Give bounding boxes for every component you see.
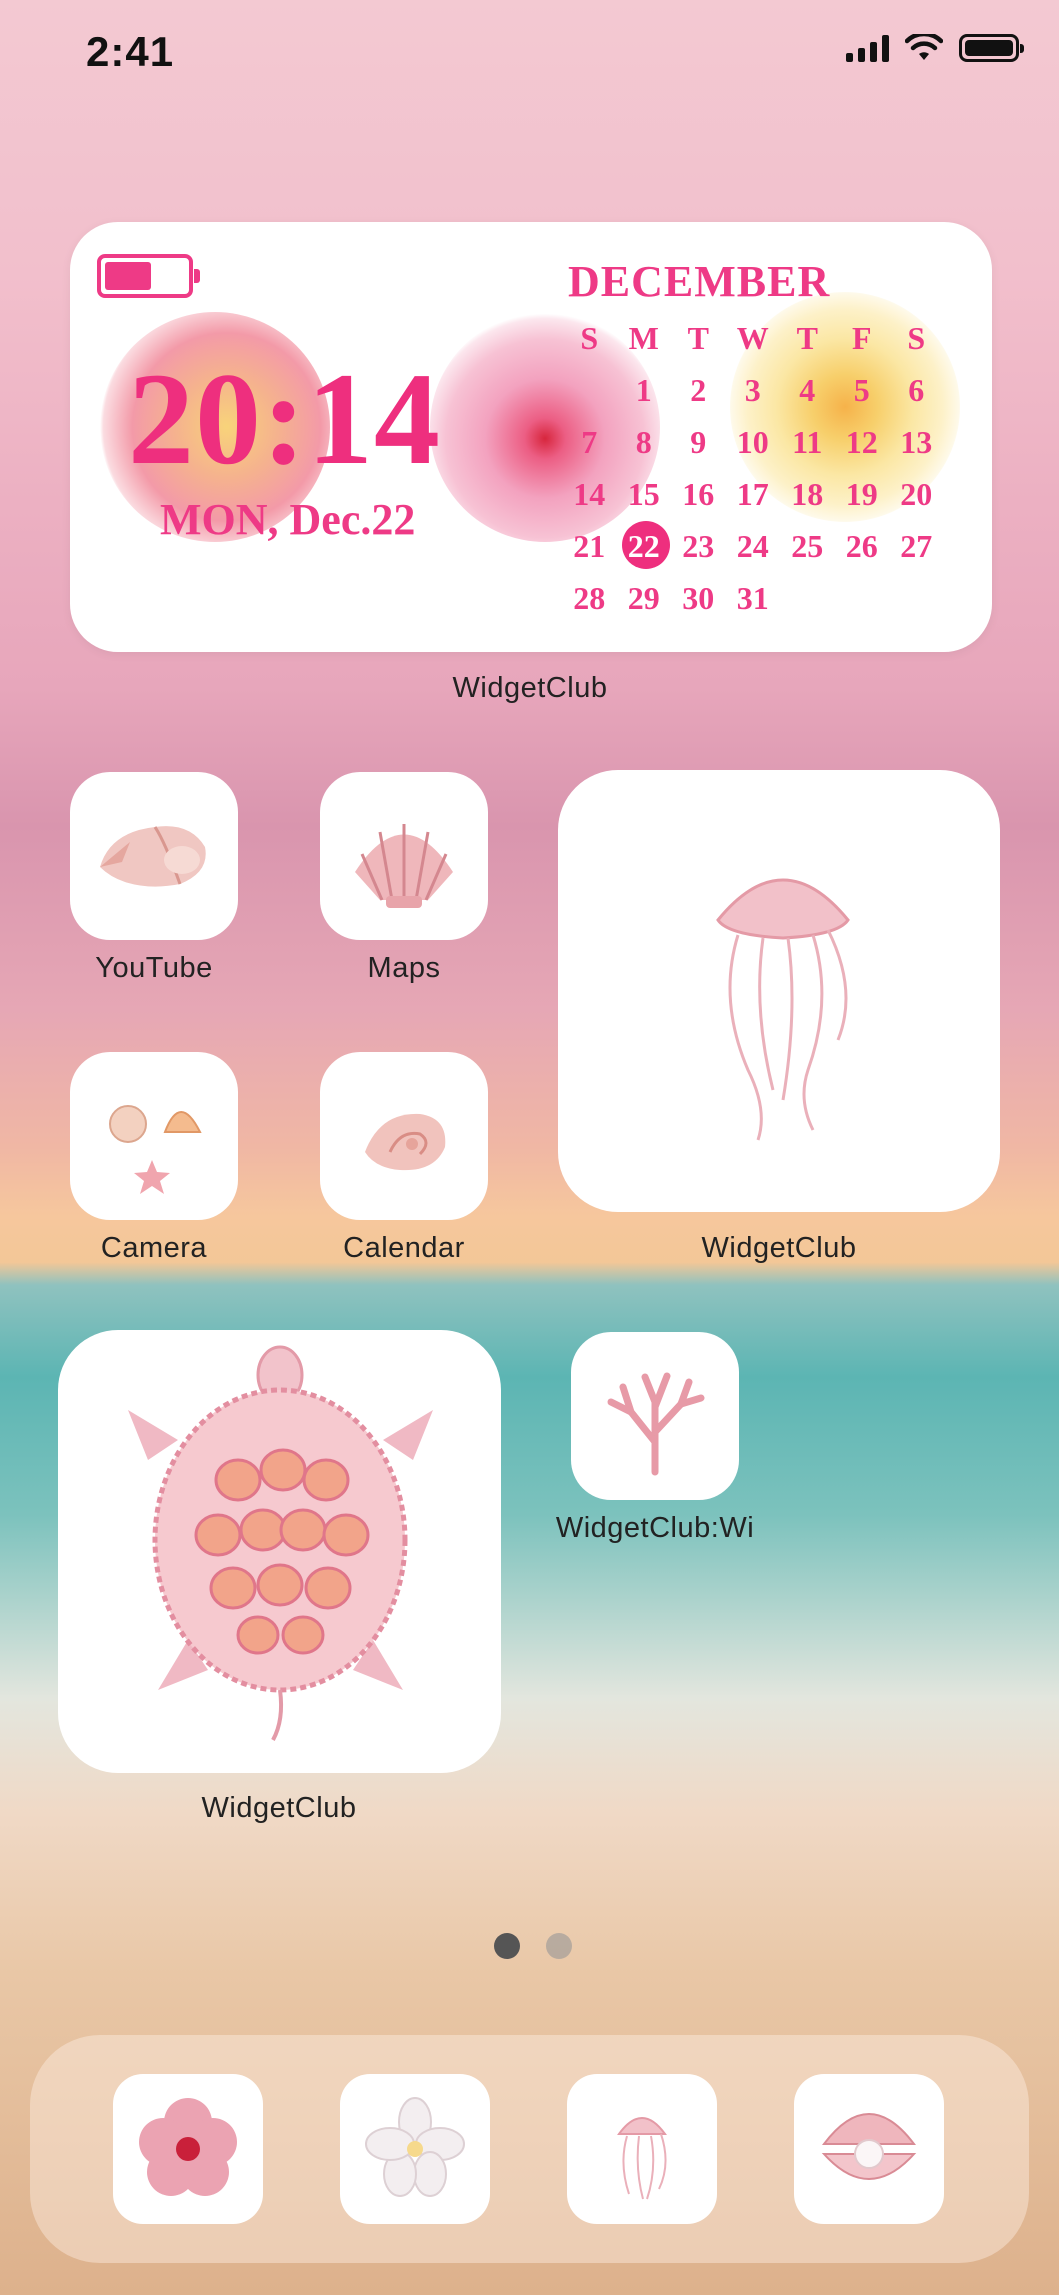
calendar-day: 25	[791, 528, 824, 564]
calendar-day: 30	[682, 580, 715, 616]
shells-and-starfish-icon	[109, 1105, 202, 1194]
page-dot-1[interactable]	[494, 1933, 520, 1959]
pearl-shell-icon	[821, 2113, 917, 2180]
calendar-day	[780, 572, 835, 624]
jellyfish-icon	[716, 878, 850, 1141]
page-dot-2[interactable]	[546, 1933, 572, 1959]
calendar-day-today: 22	[617, 520, 672, 572]
weekday-label: T	[687, 320, 709, 356]
widget-battery-icon	[97, 254, 200, 298]
sea-turtle-icon	[128, 1345, 433, 1741]
youtube-label: YouTube	[95, 952, 213, 984]
calendar-day: 3	[744, 372, 761, 408]
calendar-day: 19	[845, 476, 878, 512]
calendar-widget[interactable]: 20:14 MON, Dec.22 DECEMBER SMTWTFS123456…	[70, 222, 992, 652]
calendar-app-icon[interactable]	[320, 1052, 488, 1220]
calendar-day: 7	[581, 424, 598, 460]
calendar-day: 21	[573, 528, 606, 564]
calendar-day: 9	[690, 424, 707, 460]
calendar-day: 24	[736, 528, 769, 564]
calendar-day: 1	[635, 372, 652, 408]
calendar-day: 12	[845, 424, 878, 460]
conch-shell-icon	[100, 826, 206, 887]
jellyfish-icon	[617, 2117, 667, 2200]
calendar-month: DECEMBER	[568, 257, 831, 306]
widget-clock: 20:14	[128, 345, 441, 492]
turtle-widget[interactable]	[58, 1330, 501, 1773]
calendar-day	[835, 572, 890, 624]
maps-label: Maps	[367, 952, 441, 984]
jellyfish-widget[interactable]	[558, 770, 1000, 1212]
status-icons	[846, 34, 1024, 62]
calendar-day: 26	[845, 528, 878, 564]
calendar-day: 27	[900, 528, 933, 564]
jellyfish-widget-label: WidgetClub	[701, 1232, 857, 1264]
widgetclub-coral-label: WidgetClub:Wi	[555, 1512, 755, 1544]
scallop-shell-icon	[355, 824, 453, 908]
calendar-day: 5	[853, 372, 870, 408]
calendar-day: 23	[682, 528, 715, 564]
camera-label: Camera	[100, 1232, 208, 1264]
calendar-day: 20	[900, 476, 933, 512]
hibiscus-icon	[139, 2098, 237, 2196]
cellular-signal-icon	[846, 34, 889, 62]
weekday-label: F	[851, 320, 872, 356]
battery-icon	[959, 34, 1024, 62]
calendar-day	[889, 572, 944, 624]
calendar-day: 8	[635, 424, 652, 460]
calendar-day: 4	[799, 372, 816, 408]
calendar-day	[562, 364, 617, 416]
dock-app-3[interactable]	[567, 2074, 717, 2224]
camera-app-icon[interactable]	[70, 1052, 238, 1220]
calendar-day: 16	[682, 476, 715, 512]
calendar-day: 17	[736, 476, 769, 512]
calendar-day: 28	[573, 580, 606, 616]
calendar-day: 15	[627, 476, 660, 512]
status-time: 2:41	[86, 28, 175, 75]
maps-app-icon[interactable]	[320, 772, 488, 940]
weekday-label: T	[796, 320, 818, 356]
dock-app-1[interactable]	[113, 2074, 263, 2224]
white-flower-icon	[365, 2097, 465, 2197]
dock-app-2[interactable]	[340, 2074, 490, 2224]
calendar-day: 11	[792, 424, 823, 460]
youtube-app-icon[interactable]	[70, 772, 238, 940]
calendar-day: 29	[627, 580, 660, 616]
coral-icon	[607, 1372, 705, 1476]
weekday-label: W	[736, 320, 769, 356]
calendar-grid: S M T W T F S 1 2 3 4 5 6 7 8 9 10 11 12 13 14 15 16 17 18 19 20 21…	[562, 312, 944, 624]
calendar-day: 2	[690, 372, 707, 408]
calendar-day: 10	[736, 424, 769, 460]
weekday-label: M	[628, 320, 659, 356]
widget-date: MON, Dec.22	[160, 495, 416, 544]
weekday-label: S	[907, 320, 926, 356]
page-indicator[interactable]	[494, 1933, 572, 1959]
weekday-label: S	[580, 320, 599, 356]
spiral-shell-icon	[365, 1113, 446, 1171]
calendar-day: 6	[908, 372, 925, 408]
dock-app-4[interactable]	[794, 2074, 944, 2224]
turtle-widget-label: WidgetClub	[201, 1792, 357, 1824]
widgetclub-coral-app-icon[interactable]	[571, 1332, 739, 1500]
calendar-day: 31	[736, 580, 769, 616]
calendar-label: Calendar	[343, 1232, 465, 1264]
calendar-day: 14	[573, 476, 606, 512]
calendar-widget-label: WidgetClub	[452, 672, 608, 704]
calendar-day: 18	[791, 476, 824, 512]
wifi-icon	[905, 34, 943, 60]
calendar-day: 13	[900, 424, 933, 460]
